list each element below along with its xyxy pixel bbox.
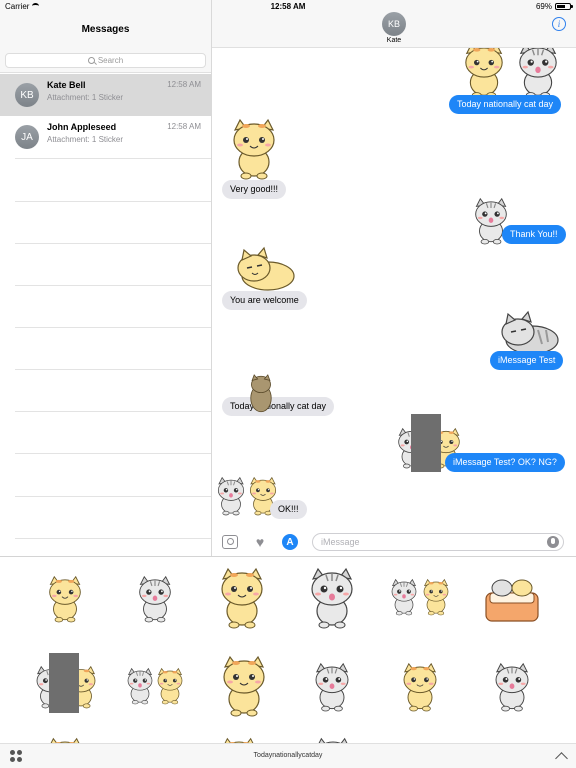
imessage-input[interactable]: iMessage	[312, 533, 564, 551]
drawer-sticker[interactable]	[152, 663, 188, 709]
sticker-pack-name: Todaynationallycatday	[253, 752, 323, 759]
search-area: Search	[0, 48, 211, 73]
battery-percent: 69%	[535, 1, 552, 11]
list-divider	[15, 453, 211, 454]
search-input[interactable]: Search	[5, 53, 206, 68]
conversation-time: 12:58 AM	[167, 122, 201, 131]
status-time: 12:58 AM	[270, 1, 306, 11]
camera-icon[interactable]	[222, 535, 238, 549]
message-bubble-incoming[interactable]: You are welcome	[222, 291, 307, 310]
message-bubble-outgoing[interactable]: iMessage Test? OK? NG?	[445, 453, 565, 472]
drawer-sticker[interactable]	[302, 567, 362, 629]
message-thread: Today nationally cat day Very good!!! Th…	[212, 48, 576, 528]
carrier-label: Carrier	[5, 1, 30, 11]
drawer-sticker[interactable]	[396, 657, 444, 717]
search-placeholder: Search	[97, 56, 124, 65]
message-bubble-outgoing[interactable]: Thank You!!	[502, 225, 566, 244]
message-bubble-incoming[interactable]: OK!!!	[270, 500, 307, 519]
imessage-placeholder: iMessage	[321, 537, 360, 547]
redacted-block	[49, 653, 79, 713]
message-bubble-incoming[interactable]: Very good!!!	[222, 180, 287, 199]
conversation-name: John Appleseed	[47, 122, 117, 132]
conversation-preview: Attachment: 1 Sticker	[47, 135, 124, 144]
list-divider	[15, 243, 211, 244]
sticker-gray-cat-lying[interactable]	[494, 310, 564, 356]
drawer-sticker[interactable]	[308, 657, 356, 717]
list-divider	[15, 201, 211, 202]
contact-avatar[interactable]: KB	[382, 12, 406, 36]
drawer-sticker[interactable]	[42, 569, 88, 629]
list-divider	[15, 411, 211, 412]
heart-icon[interactable]: ♥	[252, 535, 268, 549]
microphone-icon[interactable]	[547, 536, 559, 548]
drawer-sticker[interactable]	[482, 571, 542, 623]
status-left: Carrier	[5, 1, 40, 11]
info-icon[interactable]: i	[552, 17, 566, 31]
status-right: 69%	[535, 1, 573, 11]
sticker-cat-back[interactable]	[246, 366, 276, 422]
drawer-sticker[interactable]	[212, 567, 272, 629]
battery-fill	[557, 4, 566, 8]
list-divider	[15, 369, 211, 370]
battery-icon	[555, 2, 573, 10]
message-bubble-incoming[interactable]: Today nationally cat day	[222, 397, 335, 416]
redacted-block	[411, 414, 441, 472]
conversation-name: Kate Bell	[47, 80, 86, 90]
ipad-messages-screen: Carrier 12:58 AM 69% Messages Search KB …	[0, 0, 576, 768]
list-divider	[15, 327, 211, 328]
sticker-cream-cat-thumbsup[interactable]	[224, 118, 284, 180]
list-divider	[15, 496, 211, 497]
drawer-sticker[interactable]	[488, 657, 536, 717]
wifi-icon	[32, 3, 40, 9]
status-bar: Carrier 12:58 AM 69%	[0, 0, 576, 12]
drawer-sticker[interactable]	[214, 655, 274, 717]
sticker-drawer	[0, 556, 576, 768]
conversation-item-john-appleseed[interactable]: JA John Appleseed Attachment: 1 Sticker …	[0, 116, 211, 158]
contact-name[interactable]: Kate	[212, 37, 576, 44]
page-title: Messages	[81, 24, 130, 35]
search-icon	[87, 57, 95, 64]
list-divider	[15, 158, 211, 159]
drawer-footer: Todaynationallycatday	[0, 743, 576, 768]
drawer-sticker[interactable]	[386, 573, 422, 621]
sticker-gray-cat[interactable]	[506, 48, 570, 98]
drawer-sticker[interactable]	[132, 569, 178, 629]
conversation-list-pane: Messages Search KB Kate Bell Attachment:…	[0, 0, 212, 556]
app-store-icon[interactable]: A	[282, 534, 298, 550]
avatar: JA	[15, 125, 39, 149]
conversation-preview: Attachment: 1 Sticker	[47, 93, 124, 102]
message-bubble-outgoing[interactable]: Today nationally cat day	[449, 95, 562, 114]
list-divider	[15, 538, 211, 539]
sticker-cream-cat-lying[interactable]	[230, 246, 300, 292]
avatar: KB	[15, 83, 39, 107]
drawer-sticker[interactable]	[418, 573, 454, 621]
conversation-time: 12:58 AM	[167, 80, 201, 89]
conversation-item-kate-bell[interactable]: KB Kate Bell Attachment: 1 Sticker 12:58…	[0, 74, 211, 116]
message-input-bar: ♥ A iMessage	[212, 528, 576, 556]
list-divider	[15, 285, 211, 286]
message-bubble-outgoing[interactable]: iMessage Test	[490, 351, 564, 370]
